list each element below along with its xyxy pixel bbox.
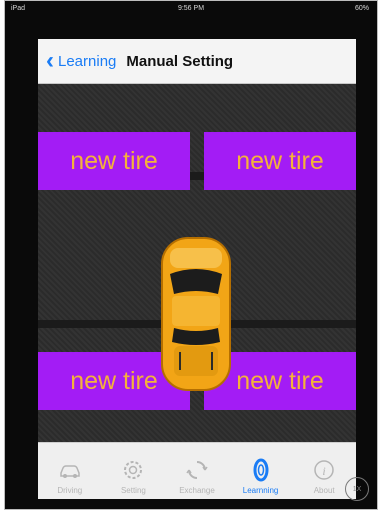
tab-learnning[interactable]: Learnning (229, 443, 293, 499)
device-frame: iPad 9:56 PM 60% ‹ Learning Manual Setti… (4, 0, 378, 510)
exchange-icon (186, 461, 208, 479)
tab-label: Driving (57, 486, 83, 495)
tab-exchange[interactable]: Exchange (165, 443, 229, 499)
info-icon: i (314, 460, 334, 480)
battery-label: 60% (354, 4, 369, 12)
tab-bar: Driving Setting Exchange Learnning i Abo… (38, 442, 356, 499)
navigation-bar: ‹ Learning Manual Setting (38, 39, 356, 84)
page-title: Manual Setting (126, 52, 234, 70)
tab-driving[interactable]: Driving (38, 443, 102, 499)
zoom-1x-button[interactable]: 1X (345, 477, 369, 501)
status-bar: iPad 9:56 PM 60% (5, 1, 377, 15)
tire-front-left-button[interactable]: new tire (38, 132, 190, 190)
car-icon (60, 465, 80, 478)
car-top-view-icon (161, 237, 231, 391)
app-screen: ‹ Learning Manual Setting new tire new t… (38, 39, 356, 499)
tab-label: Setting (120, 486, 146, 495)
road-background: new tire new tire new tire new tire (38, 84, 356, 442)
tire-front-right-button[interactable]: new tire (204, 132, 356, 190)
status-time: 9:56 PM (177, 4, 205, 12)
back-label: Learning (58, 52, 117, 70)
tab-label: Exchange (179, 486, 215, 495)
tire-icon (253, 458, 269, 482)
tab-label: About (313, 486, 335, 495)
tab-label: Learnning (242, 486, 279, 495)
tab-setting[interactable]: Setting (102, 443, 166, 499)
back-button[interactable]: ‹ Learning (46, 47, 117, 74)
gear-icon (124, 461, 143, 479)
chevron-left-icon: ‹ (46, 47, 54, 74)
svg-text:i: i (323, 464, 326, 478)
